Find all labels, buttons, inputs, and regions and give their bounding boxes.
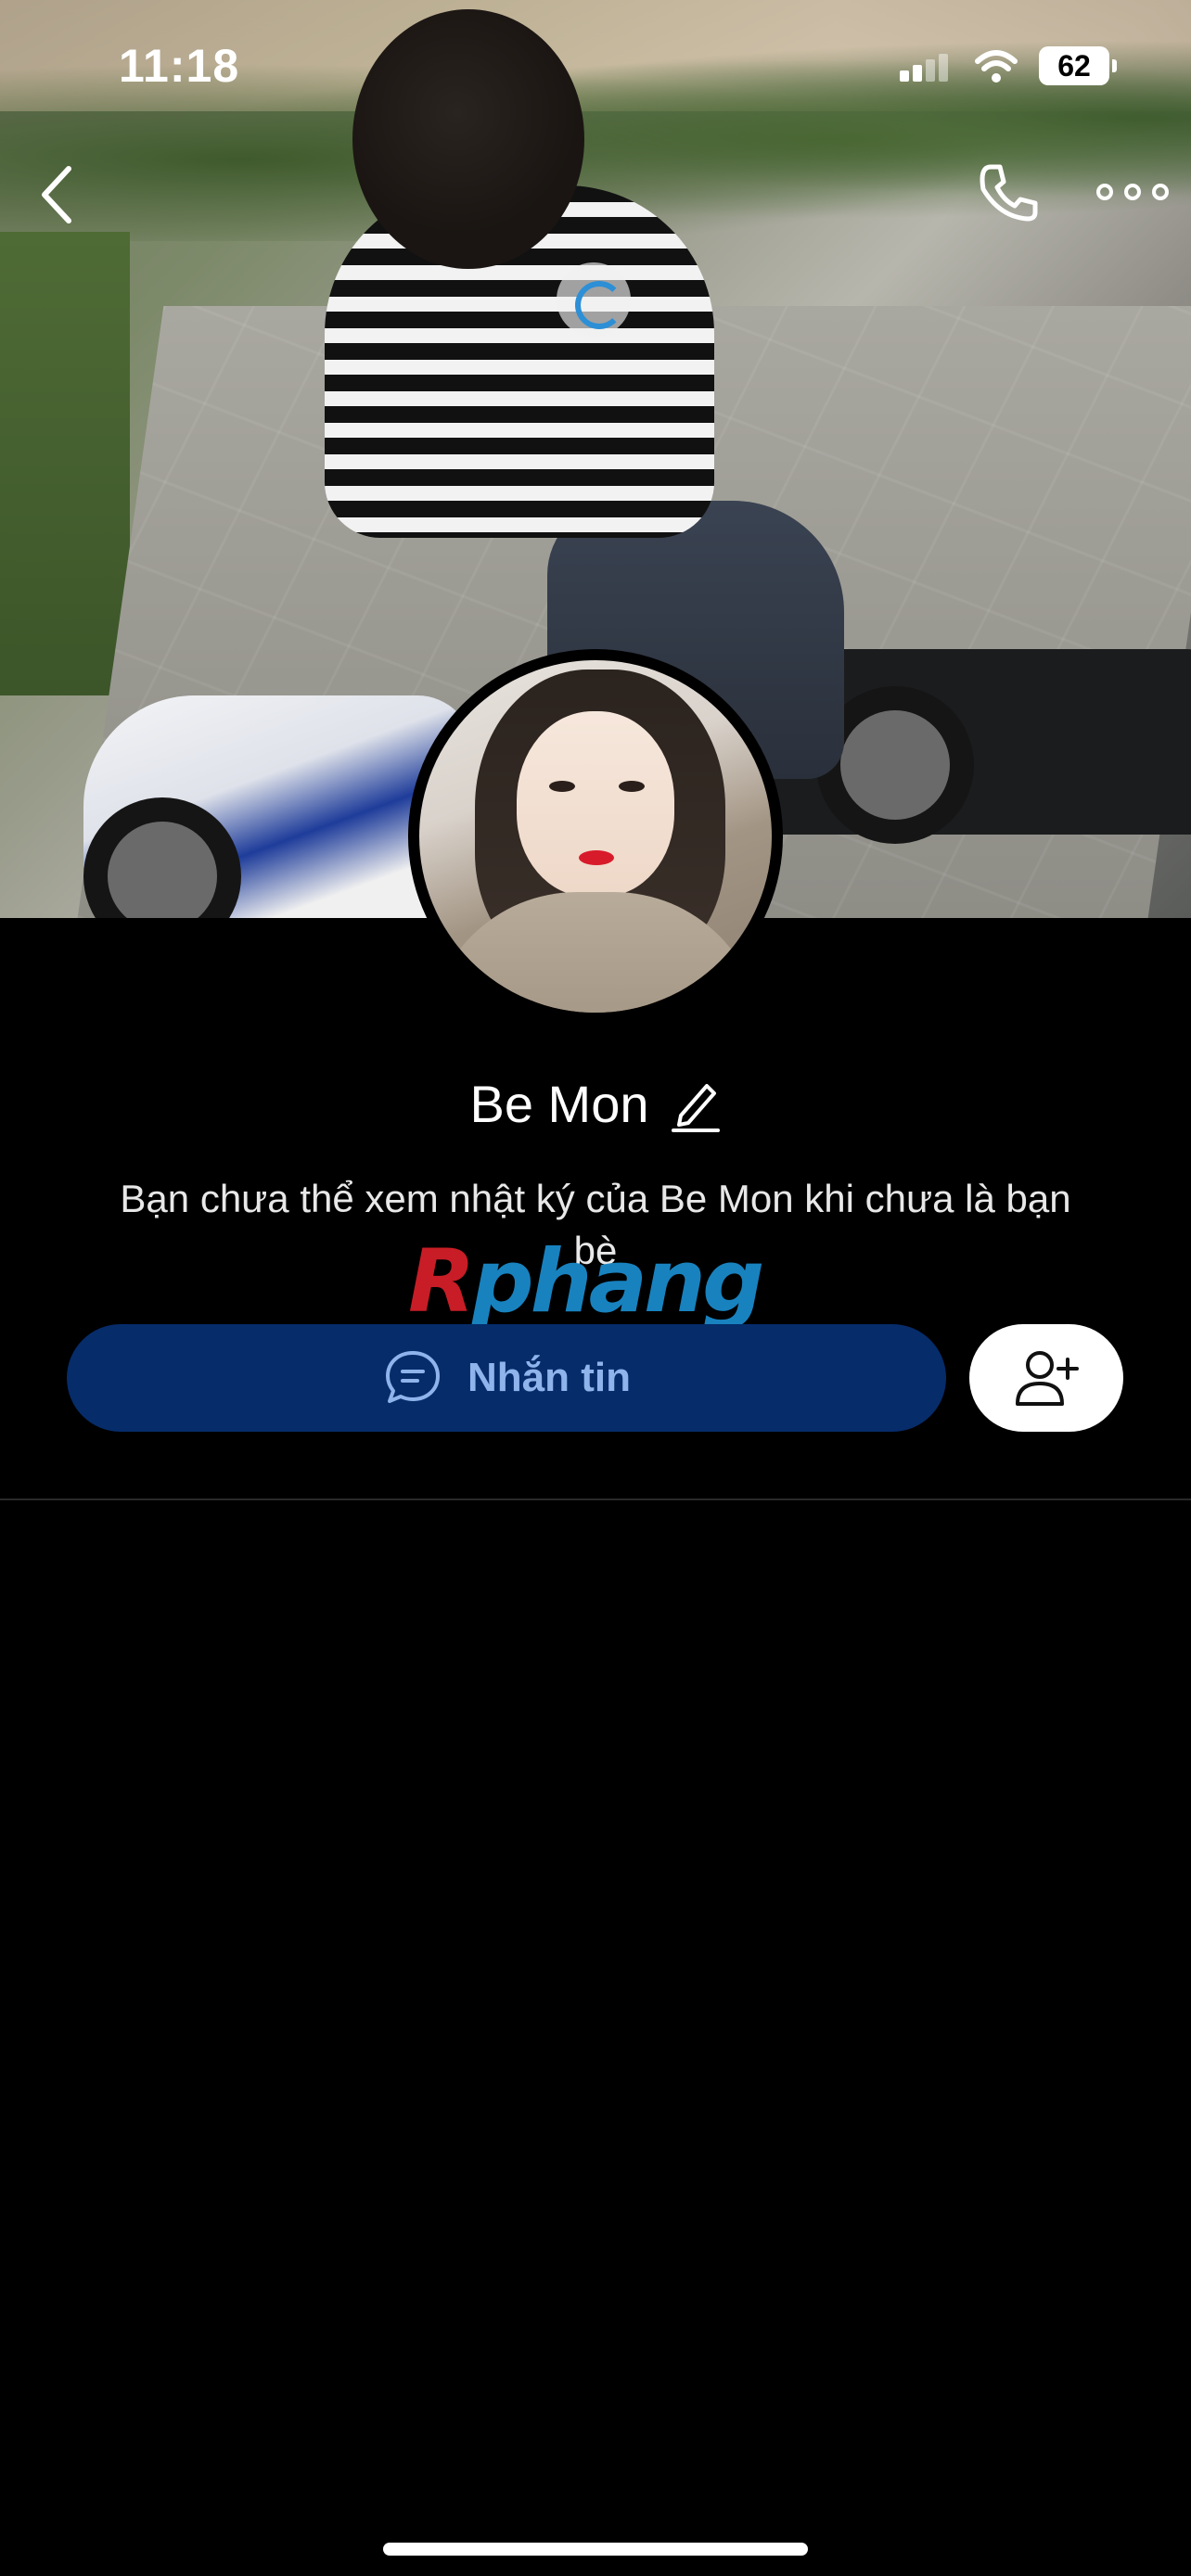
profile-name: Be Mon	[469, 1074, 649, 1133]
home-indicator[interactable]	[383, 2543, 808, 2556]
pencil-icon[interactable]	[670, 1075, 722, 1132]
avatar[interactable]	[408, 649, 783, 1024]
add-friend-icon	[1016, 1351, 1079, 1406]
add-friend-button[interactable]	[969, 1324, 1123, 1432]
message-button[interactable]: Nhắn tin	[67, 1324, 946, 1432]
cellular-signal-icon	[900, 54, 950, 82]
status-time: 11:18	[119, 40, 240, 92]
section-divider	[0, 1498, 1191, 1500]
profile-screen: 11:18 62 Be Mon Bạn chưa thể xem nhật ký…	[0, 0, 1191, 2576]
battery-indicator: 62	[1039, 46, 1117, 85]
loading-spinner-icon	[557, 262, 631, 337]
profile-name-row: Be Mon	[0, 1066, 1191, 1141]
chat-bubble-icon	[386, 1351, 440, 1403]
watermark-logo: Rphang	[408, 1231, 764, 1333]
wifi-icon	[975, 50, 1018, 83]
more-dots-icon[interactable]	[1095, 172, 1172, 210]
chevron-left-icon[interactable]	[28, 158, 89, 232]
phone-icon[interactable]	[974, 159, 1041, 226]
message-button-label: Nhắn tin	[467, 1355, 631, 1400]
status-bar: 11:18 62	[0, 0, 1191, 130]
